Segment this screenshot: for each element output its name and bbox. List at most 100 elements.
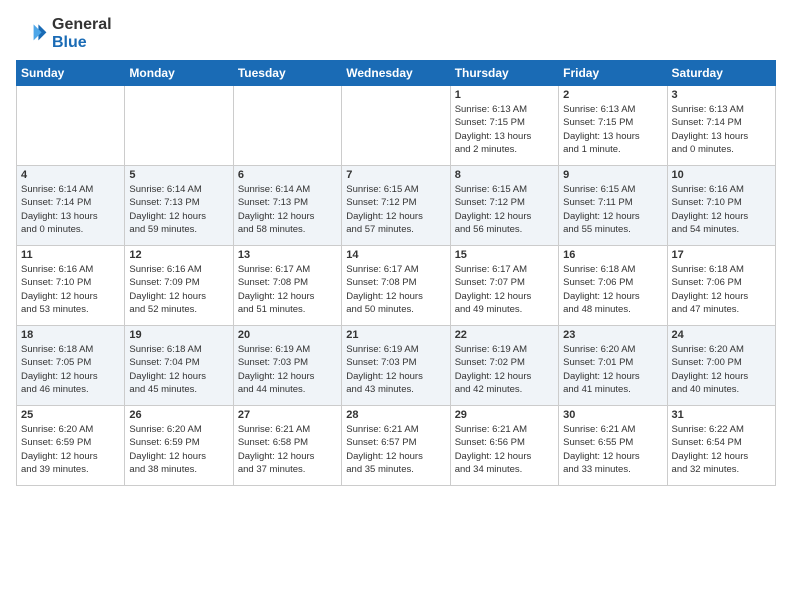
calendar-cell: 26 Sunrise: 6:20 AM Sunset: 6:59 PM Dayli… bbox=[125, 406, 233, 486]
calendar-cell: 2Sunrise: 6:13 AM Sunset: 7:15 PM Daylig… bbox=[559, 86, 667, 166]
day-info: Sunrise: 6:18 AM Sunset: 7:06 PM Dayligh… bbox=[672, 263, 771, 316]
calendar-cell: 8 Sunrise: 6:15 AM Sunset: 7:12 PM Daylig… bbox=[450, 166, 558, 246]
week-row-3: 11 Sunrise: 6:16 AM Sunset: 7:10 PM Dayli… bbox=[17, 246, 776, 326]
calendar-cell: 1 Sunrise: 6:13 AM Sunset: 7:15 PM Daylig… bbox=[450, 86, 558, 166]
day-info: Sunrise: 6:21 AM Sunset: 6:58 PM Dayligh… bbox=[238, 423, 337, 476]
calendar-cell: 24 Sunrise: 6:20 AM Sunset: 7:00 PM Dayli… bbox=[667, 326, 775, 406]
calendar-cell: 11 Sunrise: 6:16 AM Sunset: 7:10 PM Dayli… bbox=[17, 246, 125, 326]
day-number: 8 bbox=[455, 169, 554, 181]
day-info: Sunrise: 6:16 AM Sunset: 7:10 PM Dayligh… bbox=[21, 263, 120, 316]
day-number: 13 bbox=[238, 249, 337, 261]
day-number: 3 bbox=[672, 89, 771, 101]
day-info: Sunrise: 6:19 AM Sunset: 7:02 PM Dayligh… bbox=[455, 343, 554, 396]
day-number: 14 bbox=[346, 249, 445, 261]
day-info: Sunrise: 6:20 AM Sunset: 6:59 PM Dayligh… bbox=[21, 423, 120, 476]
logo-icon bbox=[16, 18, 48, 50]
logo-text: General Blue bbox=[52, 16, 112, 52]
day-number: 25 bbox=[21, 409, 120, 421]
day-number: 31 bbox=[672, 409, 771, 421]
day-number: 9 bbox=[563, 169, 662, 181]
week-row-1: 1 Sunrise: 6:13 AM Sunset: 7:15 PM Daylig… bbox=[17, 86, 776, 166]
day-number: 26 bbox=[129, 409, 228, 421]
day-info: Sunrise: 6:21 AM Sunset: 6:57 PM Dayligh… bbox=[346, 423, 445, 476]
day-number: 10 bbox=[672, 169, 771, 181]
week-row-5: 25 Sunrise: 6:20 AM Sunset: 6:59 PM Dayli… bbox=[17, 406, 776, 486]
day-info: Sunrise: 6:17 AM Sunset: 7:07 PM Dayligh… bbox=[455, 263, 554, 316]
calendar-table: SundayMondayTuesdayWednesdayThursdayFrid… bbox=[16, 60, 776, 486]
day-number: 16 bbox=[563, 249, 662, 261]
calendar-cell: 20 Sunrise: 6:19 AM Sunset: 7:03 PM Dayli… bbox=[233, 326, 341, 406]
day-number: 18 bbox=[21, 329, 120, 341]
day-number: 21 bbox=[346, 329, 445, 341]
calendar-cell: 3 Sunrise: 6:13 AM Sunset: 7:14 PM Daylig… bbox=[667, 86, 775, 166]
calendar-cell: 5 Sunrise: 6:14 AM Sunset: 7:13 PM Daylig… bbox=[125, 166, 233, 246]
calendar-cell bbox=[342, 86, 450, 166]
day-info: Sunrise: 6:18 AM Sunset: 7:04 PM Dayligh… bbox=[129, 343, 228, 396]
column-header-saturday: Saturday bbox=[667, 61, 775, 86]
calendar-cell: 18Sunrise: 6:18 AM Sunset: 7:05 PM Dayli… bbox=[17, 326, 125, 406]
day-number: 5 bbox=[129, 169, 228, 181]
header-row: SundayMondayTuesdayWednesdayThursdayFrid… bbox=[17, 61, 776, 86]
day-info: Sunrise: 6:13 AM Sunset: 7:15 PM Dayligh… bbox=[455, 103, 554, 156]
calendar-cell bbox=[125, 86, 233, 166]
day-info: Sunrise: 6:21 AM Sunset: 6:55 PM Dayligh… bbox=[563, 423, 662, 476]
calendar-cell: 7 Sunrise: 6:15 AM Sunset: 7:12 PM Daylig… bbox=[342, 166, 450, 246]
day-number: 1 bbox=[455, 89, 554, 101]
day-info: Sunrise: 6:15 AM Sunset: 7:11 PM Dayligh… bbox=[563, 183, 662, 236]
calendar-cell: 4Sunrise: 6:14 AM Sunset: 7:14 PM Daylig… bbox=[17, 166, 125, 246]
column-header-thursday: Thursday bbox=[450, 61, 558, 86]
day-info: Sunrise: 6:16 AM Sunset: 7:09 PM Dayligh… bbox=[129, 263, 228, 316]
day-info: Sunrise: 6:18 AM Sunset: 7:06 PM Dayligh… bbox=[563, 263, 662, 316]
day-info: Sunrise: 6:19 AM Sunset: 7:03 PM Dayligh… bbox=[346, 343, 445, 396]
logo: General Blue bbox=[16, 16, 112, 52]
day-number: 4 bbox=[21, 169, 120, 181]
calendar-cell: 10 Sunrise: 6:16 AM Sunset: 7:10 PM Dayli… bbox=[667, 166, 775, 246]
day-number: 11 bbox=[21, 249, 120, 261]
calendar-cell: 19 Sunrise: 6:18 AM Sunset: 7:04 PM Dayli… bbox=[125, 326, 233, 406]
calendar-cell: 22 Sunrise: 6:19 AM Sunset: 7:02 PM Dayli… bbox=[450, 326, 558, 406]
calendar-cell: 14 Sunrise: 6:17 AM Sunset: 7:08 PM Dayli… bbox=[342, 246, 450, 326]
calendar-cell: 15Sunrise: 6:17 AM Sunset: 7:07 PM Dayli… bbox=[450, 246, 558, 326]
calendar-cell: 28 Sunrise: 6:21 AM Sunset: 6:57 PM Dayli… bbox=[342, 406, 450, 486]
day-number: 20 bbox=[238, 329, 337, 341]
day-number: 12 bbox=[129, 249, 228, 261]
calendar-cell bbox=[233, 86, 341, 166]
day-number: 22 bbox=[455, 329, 554, 341]
calendar-cell: 27Sunrise: 6:21 AM Sunset: 6:58 PM Dayli… bbox=[233, 406, 341, 486]
day-info: Sunrise: 6:19 AM Sunset: 7:03 PM Dayligh… bbox=[238, 343, 337, 396]
calendar-cell: 9 Sunrise: 6:15 AM Sunset: 7:11 PM Daylig… bbox=[559, 166, 667, 246]
day-number: 29 bbox=[455, 409, 554, 421]
page-header: General Blue bbox=[16, 16, 776, 52]
day-number: 28 bbox=[346, 409, 445, 421]
calendar-cell: 21 Sunrise: 6:19 AM Sunset: 7:03 PM Dayli… bbox=[342, 326, 450, 406]
day-info: Sunrise: 6:13 AM Sunset: 7:14 PM Dayligh… bbox=[672, 103, 771, 156]
calendar-cell: 31 Sunrise: 6:22 AM Sunset: 6:54 PM Dayli… bbox=[667, 406, 775, 486]
day-info: Sunrise: 6:15 AM Sunset: 7:12 PM Dayligh… bbox=[346, 183, 445, 236]
day-info: Sunrise: 6:17 AM Sunset: 7:08 PM Dayligh… bbox=[238, 263, 337, 316]
week-row-4: 18Sunrise: 6:18 AM Sunset: 7:05 PM Dayli… bbox=[17, 326, 776, 406]
calendar-cell: 13 Sunrise: 6:17 AM Sunset: 7:08 PM Dayli… bbox=[233, 246, 341, 326]
calendar-cell: 16 Sunrise: 6:18 AM Sunset: 7:06 PM Dayli… bbox=[559, 246, 667, 326]
calendar-cell: 23Sunrise: 6:20 AM Sunset: 7:01 PM Dayli… bbox=[559, 326, 667, 406]
calendar-cell: 17 Sunrise: 6:18 AM Sunset: 7:06 PM Dayli… bbox=[667, 246, 775, 326]
calendar-cell: 6Sunrise: 6:14 AM Sunset: 7:13 PM Daylig… bbox=[233, 166, 341, 246]
day-info: Sunrise: 6:13 AM Sunset: 7:15 PM Dayligh… bbox=[563, 103, 662, 156]
day-info: Sunrise: 6:14 AM Sunset: 7:13 PM Dayligh… bbox=[129, 183, 228, 236]
calendar-cell bbox=[17, 86, 125, 166]
column-header-tuesday: Tuesday bbox=[233, 61, 341, 86]
day-info: Sunrise: 6:22 AM Sunset: 6:54 PM Dayligh… bbox=[672, 423, 771, 476]
day-info: Sunrise: 6:20 AM Sunset: 7:00 PM Dayligh… bbox=[672, 343, 771, 396]
day-number: 7 bbox=[346, 169, 445, 181]
day-info: Sunrise: 6:17 AM Sunset: 7:08 PM Dayligh… bbox=[346, 263, 445, 316]
calendar-cell: 12 Sunrise: 6:16 AM Sunset: 7:09 PM Dayli… bbox=[125, 246, 233, 326]
day-info: Sunrise: 6:14 AM Sunset: 7:13 PM Dayligh… bbox=[238, 183, 337, 236]
day-info: Sunrise: 6:20 AM Sunset: 7:01 PM Dayligh… bbox=[563, 343, 662, 396]
day-info: Sunrise: 6:15 AM Sunset: 7:12 PM Dayligh… bbox=[455, 183, 554, 236]
day-info: Sunrise: 6:20 AM Sunset: 6:59 PM Dayligh… bbox=[129, 423, 228, 476]
day-info: Sunrise: 6:16 AM Sunset: 7:10 PM Dayligh… bbox=[672, 183, 771, 236]
day-number: 17 bbox=[672, 249, 771, 261]
day-number: 19 bbox=[129, 329, 228, 341]
day-number: 24 bbox=[672, 329, 771, 341]
column-header-friday: Friday bbox=[559, 61, 667, 86]
calendar-cell: 30Sunrise: 6:21 AM Sunset: 6:55 PM Dayli… bbox=[559, 406, 667, 486]
